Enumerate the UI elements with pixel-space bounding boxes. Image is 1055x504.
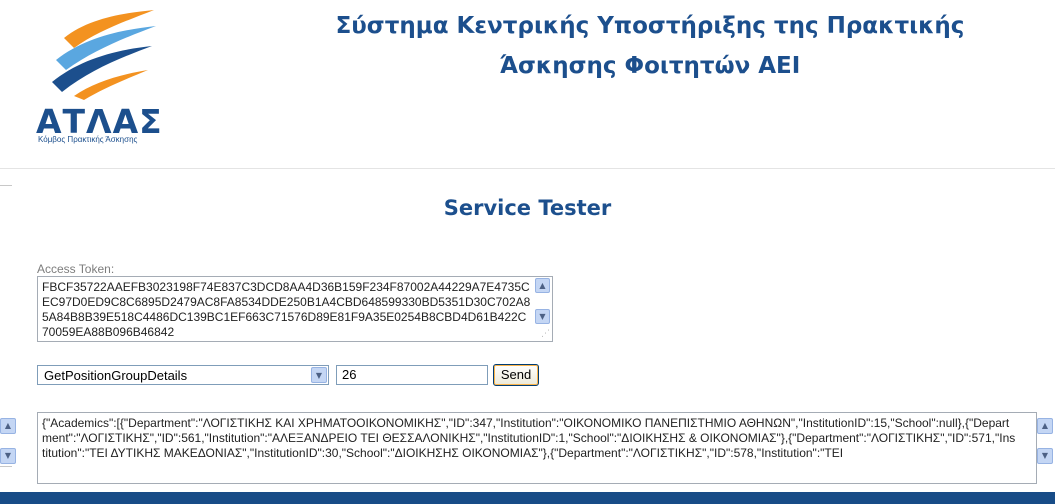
scroll-up-icon[interactable]: ▲ (1037, 418, 1053, 434)
site-title: Σύστημα Κεντρικής Υποστήριξης της Πρακτι… (290, 6, 1010, 86)
scroll-down-icon[interactable]: ▼ (535, 309, 550, 324)
site-title-line1: Σύστημα Κεντρικής Υποστήριξης της Πρακτι… (335, 13, 965, 39)
resize-grip-icon[interactable]: ⋰ (541, 329, 550, 339)
method-select-value: GetPositionGroupDetails (44, 368, 188, 383)
response-text[interactable]: {"Academics":[{"Department":"ΛΟΓΙΣΤΙΚΗΣ … (42, 416, 1017, 461)
logo-tagline: Κόμβος Πρακτικής Άσκησης (38, 135, 138, 144)
scroll-down-icon[interactable]: ▼ (0, 448, 16, 464)
atlas-logo[interactable]: ΑΤΛΑΣ Κόμβος Πρακτικής Άσκησης (36, 8, 196, 148)
send-button[interactable]: Send (493, 364, 539, 386)
page-title: Service Tester (443, 196, 612, 220)
response-scrollbar[interactable]: ▲ ▼ (1037, 418, 1053, 478)
scroll-up-icon[interactable]: ▲ (0, 418, 16, 434)
left-edge-scrollbar[interactable]: ▲ ▼ (0, 418, 16, 470)
scroll-down-icon[interactable]: ▼ (1037, 448, 1053, 464)
left-edge-fragment (0, 185, 12, 186)
id-input[interactable]: 26 (336, 365, 488, 385)
site-title-line2: Άσκησης Φοιτητών ΑΕΙ (499, 53, 801, 79)
header-divider (0, 168, 1055, 169)
method-select[interactable]: GetPositionGroupDetails ▼ (37, 365, 329, 385)
response-textarea[interactable]: {"Academics":[{"Department":"ΛΟΓΙΣΤΙΚΗΣ … (37, 412, 1037, 484)
access-token-value[interactable]: FBCF35722AAEFB3023198F74E837C3DCD8AA4D36… (42, 280, 532, 340)
token-scrollbar[interactable]: ▲ ▼ (535, 278, 551, 324)
access-token-textarea[interactable]: FBCF35722AAEFB3023198F74E837C3DCD8AA4D36… (37, 276, 553, 342)
footer-band (0, 492, 1055, 504)
logo-swoosh-icon (52, 10, 156, 100)
scroll-up-icon[interactable]: ▲ (535, 278, 550, 293)
access-token-label: Access Token: (37, 262, 115, 276)
chevron-down-icon[interactable]: ▼ (311, 367, 327, 383)
